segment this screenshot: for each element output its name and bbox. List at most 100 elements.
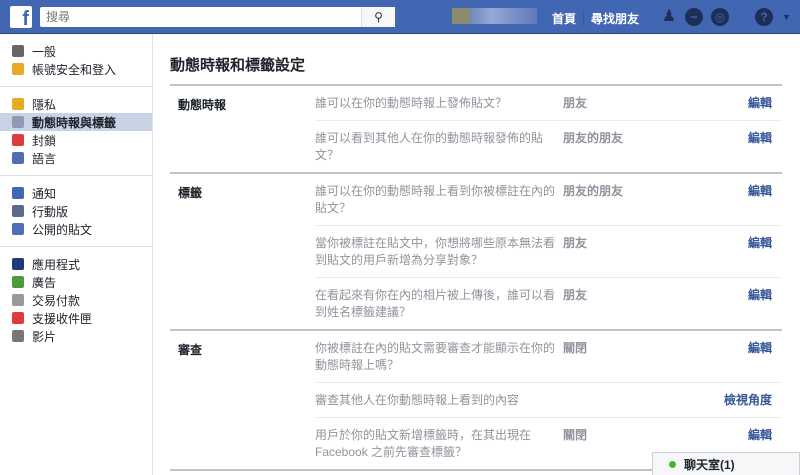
sidebar-item-label: 交易付款 bbox=[32, 293, 81, 308]
setting-value: 關閉 bbox=[563, 341, 588, 355]
search-icon: ⚲ bbox=[374, 10, 383, 24]
sidebar-item-label: 應用程式 bbox=[32, 257, 81, 272]
setting-row[interactable]: 你被標註在內的貼文需要審查才能顯示在你的動態時報上嗎？ 關閉 編輯 bbox=[315, 331, 782, 383]
block-icon bbox=[12, 134, 24, 146]
setting-question: 在看起來有你在內的相片被上傳後，誰可以看到姓名標籤建議？ bbox=[315, 288, 556, 319]
sidebar-group: 通知行動版公開的貼文 bbox=[0, 176, 152, 247]
settings-section: 動態時報 誰可以在你的動態時報上發佈貼文？ 朋友 編輯 誰可以看到其他人在你的動態時報發… bbox=[170, 86, 782, 174]
edit-link[interactable]: 編輯 bbox=[712, 95, 782, 112]
sidebar-item[interactable]: 應用程式 bbox=[0, 255, 152, 273]
edit-link[interactable]: 編輯 bbox=[712, 130, 782, 164]
sidebar-item-label: 廣告 bbox=[32, 275, 57, 290]
sidebar-item-label: 公開的貼文 bbox=[32, 222, 93, 237]
ads-icon bbox=[12, 276, 24, 288]
shield-icon bbox=[12, 63, 24, 75]
setting-value: 朋友 bbox=[563, 236, 588, 250]
chat-label: 聊天室(1) bbox=[684, 457, 735, 472]
settings-table: 動態時報 誰可以在你的動態時報上發佈貼文？ 朋友 編輯 誰可以看到其他人在你的動態時報發… bbox=[170, 84, 782, 471]
setting-value: 朋友 bbox=[563, 288, 588, 302]
setting-row[interactable]: 審查其他人在你動態時報上看到的內容 檢視角度 bbox=[315, 383, 782, 418]
section-heading: 審查 bbox=[178, 343, 203, 357]
setting-value: 朋友的朋友 bbox=[563, 184, 624, 198]
setting-question: 誰可以在你的動態時報上發佈貼文？ bbox=[315, 96, 508, 110]
setting-question: 用戶於你的貼文新增標籤時，在其出現在 Facebook 之前先審查標籤？ bbox=[315, 428, 532, 459]
apps-icon bbox=[12, 258, 24, 270]
setting-question: 你被標註在內的貼文需要審查才能顯示在你的動態時報上嗎？ bbox=[315, 341, 556, 372]
setting-question: 當你被標註在貼文中，你想將哪些原本無法看到貼文的用戶新增為分享對象？ bbox=[315, 236, 556, 267]
sidebar-item[interactable]: 廣告 bbox=[0, 273, 152, 291]
setting-question: 審查其他人在你動態時報上看到的內容 bbox=[315, 393, 520, 407]
setting-value bbox=[555, 392, 712, 409]
profile-link-blurred[interactable] bbox=[452, 8, 537, 24]
language-icon bbox=[12, 152, 24, 164]
main-content: 動態時報和標籤設定 動態時報 誰可以在你的動態時報上發佈貼文？ 朋友 編輯 誰可以看到其… bbox=[153, 34, 800, 475]
film-icon bbox=[12, 330, 24, 342]
setting-row[interactable]: 誰可以看到其他人在你的動態時報發佈的貼文？ 朋友的朋友 編輯 bbox=[315, 121, 782, 172]
sidebar-item[interactable]: 影片 bbox=[0, 327, 152, 345]
setting-row[interactable]: 當你被標註在貼文中，你想將哪些原本無法看到貼文的用戶新增為分享對象？ 朋友 編輯 bbox=[315, 226, 782, 278]
edit-link[interactable]: 編輯 bbox=[712, 287, 782, 321]
sidebar-group: 隱私動態時報與標籤 封鎖語言 bbox=[0, 87, 152, 176]
rss-icon bbox=[12, 223, 24, 235]
top-bar: f ⚲ 首頁 尋找朋友 ♟ ~ ◎ ? ▼ bbox=[0, 0, 800, 34]
page-title: 動態時報和標籤設定 bbox=[170, 57, 306, 74]
sidebar-item-label: 帳號安全和登入 bbox=[32, 62, 117, 77]
section-heading: 動態時報 bbox=[178, 98, 227, 112]
sidebar-item-label: 影片 bbox=[32, 329, 57, 344]
search-input[interactable] bbox=[40, 7, 361, 27]
sidebar-item[interactable]: 交易付款 bbox=[0, 291, 152, 309]
sidebar-item[interactable]: 公開的貼文 bbox=[0, 220, 152, 238]
nav-home[interactable]: 首頁 bbox=[552, 10, 576, 27]
sidebar-item[interactable]: 行動版 bbox=[0, 202, 152, 220]
setting-question: 誰可以看到其他人在你的動態時報發佈的貼文？ bbox=[315, 131, 544, 162]
edit-link[interactable]: 編輯 bbox=[712, 235, 782, 269]
search-button[interactable]: ⚲ bbox=[361, 7, 395, 27]
sidebar-item[interactable]: 通知 bbox=[0, 184, 152, 202]
sidebar-item[interactable]: 支援收件匣 bbox=[0, 309, 152, 327]
section-heading: 標籤 bbox=[178, 186, 203, 200]
nav-find-friends[interactable]: 尋找朋友 bbox=[591, 10, 639, 27]
card-icon bbox=[12, 294, 24, 306]
friend-requests-icon[interactable]: ♟ bbox=[660, 8, 678, 26]
globe-icon bbox=[12, 187, 24, 199]
sidebar-item[interactable]: 隱私 bbox=[0, 95, 152, 113]
search-box: ⚲ bbox=[40, 7, 395, 27]
account-menu-chevron-icon[interactable]: ▼ bbox=[782, 12, 791, 22]
sidebar-item[interactable]: 帳號安全和登入 bbox=[0, 60, 152, 78]
edit-link[interactable]: 編輯 bbox=[712, 340, 782, 374]
facebook-logo-icon[interactable]: f bbox=[10, 6, 32, 28]
timeline-icon bbox=[12, 116, 24, 128]
sidebar-item-label: 動態時報與標籤 bbox=[32, 115, 117, 130]
notifications-globe-icon[interactable]: ◎ bbox=[711, 8, 729, 26]
sidebar-item-label: 行動版 bbox=[32, 204, 69, 219]
sidebar-item-label: 隱私 bbox=[32, 97, 57, 112]
setting-value: 朋友的朋友 bbox=[563, 131, 624, 145]
settings-sidebar: 一般帳號安全和登入 隱私動態時報與標籤 封鎖語言通知行動版公開的貼文應用程式廣告交易… bbox=[0, 34, 153, 475]
sidebar-item-label: 通知 bbox=[32, 186, 57, 201]
online-dot-icon bbox=[669, 460, 676, 468]
mobile-icon bbox=[12, 205, 24, 217]
messenger-icon[interactable]: ~ bbox=[685, 8, 703, 26]
settings-section: 審查 你被標註在內的貼文需要審查才能顯示在你的動態時報上嗎？ 關閉 編輯審查其他人在你… bbox=[170, 331, 782, 471]
setting-row[interactable]: 在看起來有你在內的相片被上傳後，誰可以看到姓名標籤建議？ 朋友 編輯 bbox=[315, 278, 782, 329]
gears-icon bbox=[12, 45, 24, 57]
help-icon[interactable]: ? bbox=[755, 8, 773, 26]
sidebar-item-label: 語言 bbox=[32, 151, 57, 166]
sidebar-item[interactable]: 封鎖 bbox=[0, 131, 152, 149]
setting-row[interactable]: 誰可以在你的動態時報上發佈貼文？ 朋友 編輯 bbox=[315, 86, 782, 121]
setting-value: 朋友 bbox=[563, 96, 588, 110]
settings-section: 標籤 誰可以在你的動態時報上看到你被標註在內的貼文？ 朋友的朋友 編輯 當你被標註在貼文… bbox=[170, 174, 782, 331]
sidebar-group: 一般 帳號安全和登入 bbox=[0, 34, 152, 87]
sidebar-item[interactable]: 動態時報與標籤 bbox=[0, 113, 152, 131]
sidebar-item[interactable]: 一般 bbox=[0, 42, 152, 60]
sidebar-item-label: 支援收件匣 bbox=[32, 311, 93, 326]
sidebar-item-label: 一般 bbox=[32, 44, 57, 59]
edit-link[interactable]: 編輯 bbox=[712, 183, 782, 217]
setting-row[interactable]: 誰可以在你的動態時報上看到你被標註在內的貼文？ 朋友的朋友 編輯 bbox=[315, 174, 782, 226]
lock-icon bbox=[12, 98, 24, 110]
sidebar-item-label: 封鎖 bbox=[32, 133, 57, 148]
divider bbox=[583, 10, 584, 26]
sidebar-item[interactable]: 語言 bbox=[0, 149, 152, 167]
chat-bar[interactable]: 聊天室(1) bbox=[652, 452, 800, 475]
edit-link[interactable]: 檢視角度 bbox=[712, 392, 782, 409]
